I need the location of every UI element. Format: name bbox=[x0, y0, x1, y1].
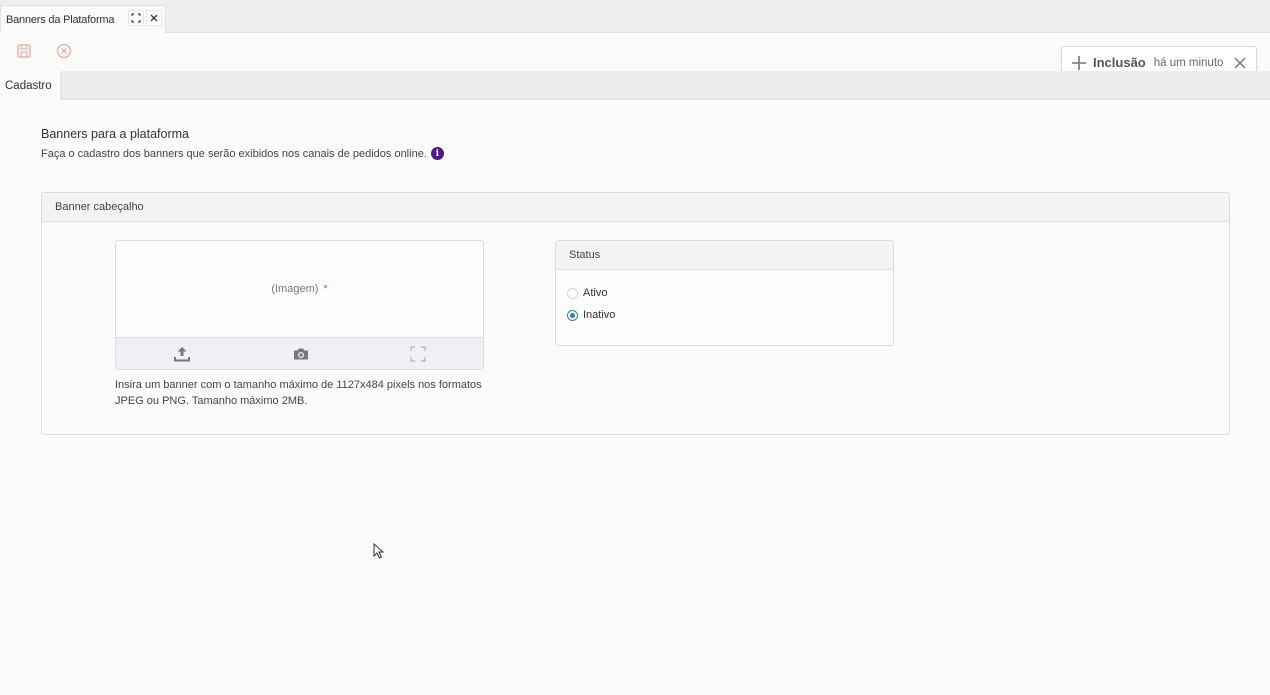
page-description-text: Faça o cadastro dos banners que serão ex… bbox=[41, 147, 427, 160]
section-title: Banner cabeçalho bbox=[42, 193, 1229, 222]
tab-label: Cadastro bbox=[5, 79, 52, 92]
form-tabs: Cadastro bbox=[0, 71, 1270, 100]
radio-inativo[interactable] bbox=[567, 309, 578, 321]
document-tabstrip: Banners da Plataforma bbox=[0, 0, 1270, 33]
image-placeholder-text: (Imagem) bbox=[271, 283, 319, 295]
radio-label: Inativo bbox=[583, 309, 616, 321]
status-title: Status bbox=[556, 241, 893, 270]
cancel-icon[interactable] bbox=[55, 42, 73, 60]
expand-icon[interactable] bbox=[128, 10, 144, 26]
info-icon[interactable]: i bbox=[430, 147, 444, 160]
upload-icon[interactable] bbox=[173, 345, 191, 363]
camera-icon[interactable] bbox=[292, 345, 310, 363]
page-description: Faça o cadastro dos banners que serão ex… bbox=[41, 147, 444, 160]
status-option-inativo[interactable]: Inativo bbox=[567, 309, 615, 321]
radio-label: Ativo bbox=[583, 287, 608, 299]
close-icon[interactable] bbox=[146, 10, 162, 26]
notification-title: Inclusão bbox=[1093, 55, 1146, 70]
document-tab-label: Banners da Plataforma bbox=[6, 13, 115, 26]
image-actions bbox=[116, 337, 483, 369]
tab-cadastro[interactable]: Cadastro bbox=[0, 71, 61, 100]
notification-time: há um minuto bbox=[1153, 56, 1224, 69]
status-box: Status Ativo Inativo bbox=[555, 240, 894, 346]
image-placeholder: (Imagem) * bbox=[116, 241, 483, 337]
image-upload-box[interactable]: (Imagem) * bbox=[115, 240, 484, 370]
close-icon[interactable] bbox=[1232, 55, 1248, 71]
radio-ativo[interactable] bbox=[567, 287, 578, 299]
fullscreen-icon[interactable] bbox=[409, 345, 427, 363]
save-icon[interactable] bbox=[15, 42, 33, 60]
plus-icon bbox=[1071, 55, 1087, 71]
document-tab[interactable]: Banners da Plataforma bbox=[0, 5, 166, 33]
required-mark: * bbox=[323, 283, 328, 295]
page-title: Banners para a plataforma bbox=[41, 127, 190, 141]
mouse-cursor-icon bbox=[373, 542, 385, 559]
image-help-text: Insira um banner com o tamanho máximo de… bbox=[115, 379, 482, 407]
banner-section: Banner cabeçalho (Imagem) * Insira um ba… bbox=[41, 192, 1230, 435]
status-option-ativo[interactable]: Ativo bbox=[567, 287, 607, 299]
